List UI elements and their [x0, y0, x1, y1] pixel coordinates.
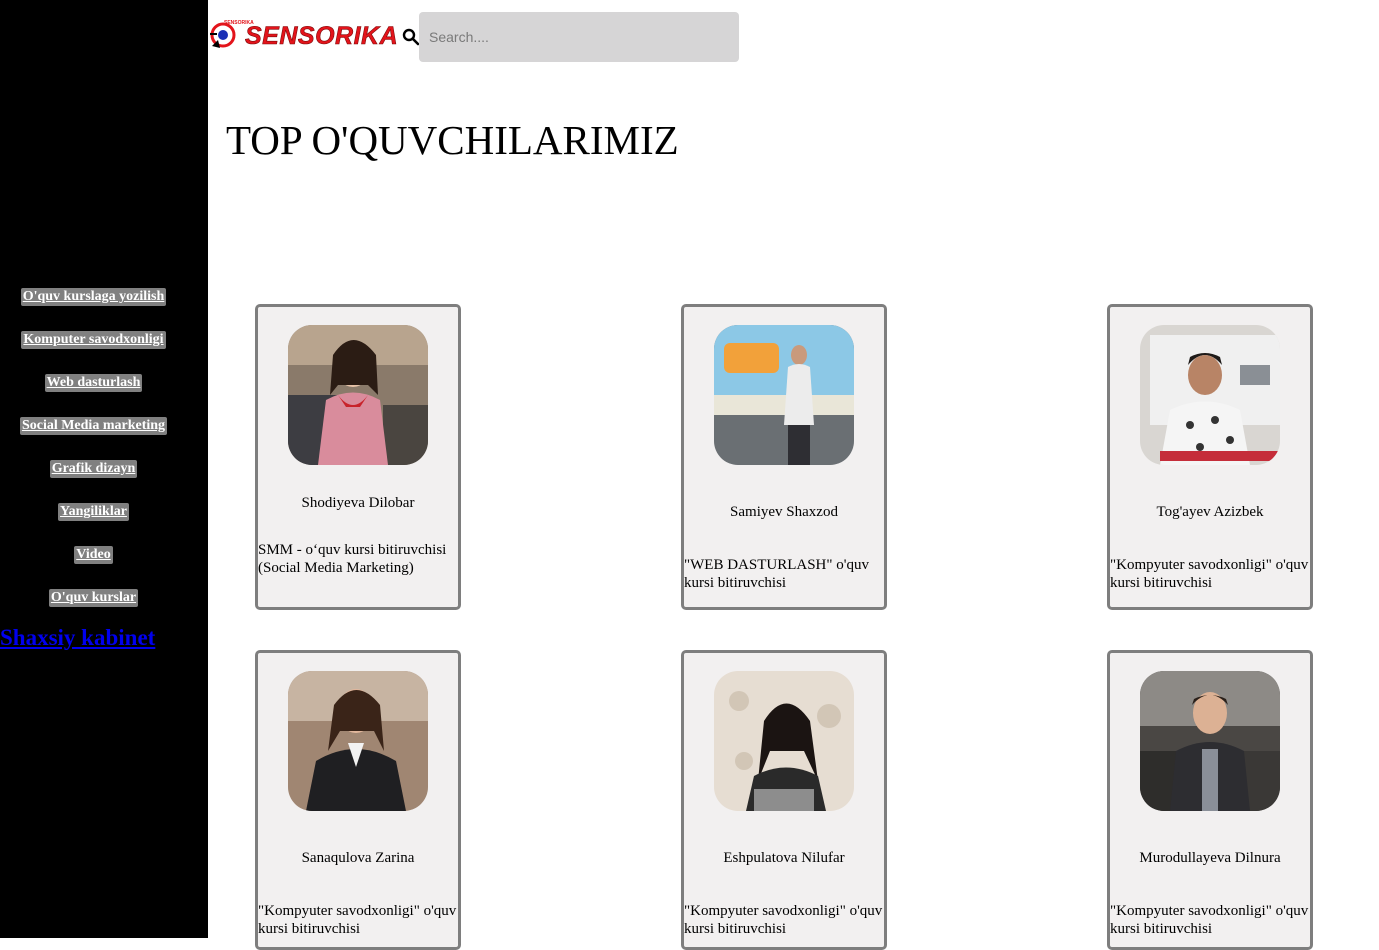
student-card: Sanaqulova Zarina "Kompyuter savodxonlig…: [255, 650, 461, 950]
sidebar: O'quv kurslaga yozilish Komputer savodxo…: [0, 0, 208, 938]
personal-cabinet-link[interactable]: Shaxsiy kabinet: [0, 624, 155, 652]
student-description: "Kompyuter savodxonligi" o'quv kursi bit…: [1110, 557, 1309, 591]
sidebar-item-course-signup[interactable]: O'quv kurslaga yozilish: [0, 287, 187, 307]
student-photo: [1140, 325, 1280, 465]
student-card: Shodiyeva Dilobar SMM - o‘quv kursi biti…: [255, 304, 461, 610]
sidebar-item-courses[interactable]: O'quv kurslar: [0, 588, 187, 608]
logo[interactable]: SENSORIKA SENSORIKA: [208, 18, 404, 56]
sidebar-item-label[interactable]: O'quv kurslaga yozilish: [20, 288, 167, 306]
student-name: Sanaqulova Zarina: [301, 850, 415, 866]
student-card: Murodullayeva Dilnura "Kompyuter savodxo…: [1107, 650, 1313, 950]
search-icon[interactable]: [402, 28, 420, 46]
student-description: "Kompyuter savodxonligi" o'quv kursi bit…: [1110, 903, 1309, 937]
student-photo: [288, 671, 428, 811]
student-description: SMM - o‘quv kursi bitiruvchisi (Social M…: [258, 542, 447, 576]
student-card: Eshpulatova Nilufar "Kompyuter savodxonl…: [681, 650, 887, 950]
student-photo: [288, 325, 428, 465]
sidebar-item-label[interactable]: Social Media marketing: [19, 417, 168, 435]
student-name: Eshpulatova Nilufar: [723, 850, 845, 866]
sidebar-item-web-programming[interactable]: Web dasturlash: [0, 373, 187, 393]
search-input[interactable]: [419, 12, 739, 62]
student-card: Tog'ayev Azizbek "Kompyuter savodxonligi…: [1107, 304, 1313, 610]
student-photo: [714, 671, 854, 811]
student-description: "Kompyuter savodxonligi" o'quv kursi bit…: [684, 903, 883, 937]
sidebar-item-label[interactable]: O'quv kurslar: [48, 589, 139, 607]
sidebar-item-label[interactable]: Web dasturlash: [44, 374, 143, 392]
sidebar-item-label[interactable]: Yangiliklar: [58, 503, 129, 521]
sidebar-item-smm[interactable]: Social Media marketing: [0, 416, 187, 436]
sidebar-item-news[interactable]: Yangiliklar: [0, 502, 187, 522]
student-photo: [714, 325, 854, 465]
student-name: Shodiyeva Dilobar: [301, 495, 415, 511]
student-description: "WEB DASTURLASH" o'quv kursi bitiruvchis…: [684, 557, 869, 591]
sidebar-item-video[interactable]: Video: [0, 545, 187, 565]
sidebar-item-computer-literacy[interactable]: Komputer savodxonligi: [0, 330, 187, 350]
student-photo: [1140, 671, 1280, 811]
page-title: TOP O'QUVCHILARIMIZ: [226, 117, 679, 163]
sidebar-item-label[interactable]: Grafik dizayn: [49, 460, 138, 478]
student-description: "Kompyuter savodxonligi" o'quv kursi bit…: [258, 903, 457, 937]
student-name: Samiyev Shaxzod: [730, 504, 838, 520]
student-card: Samiyev Shaxzod "WEB DASTURLASH" o'quv k…: [681, 304, 887, 610]
sidebar-item-label[interactable]: Video: [74, 546, 113, 564]
student-name: Murodullayeva Dilnura: [1139, 850, 1281, 866]
sidebar-item-label[interactable]: Komputer savodxonligi: [21, 331, 166, 349]
student-name: Tog'ayev Azizbek: [1156, 504, 1264, 520]
logo-text: SENSORIKA: [245, 22, 399, 51]
sidebar-item-graphic-design[interactable]: Grafik dizayn: [0, 459, 187, 479]
